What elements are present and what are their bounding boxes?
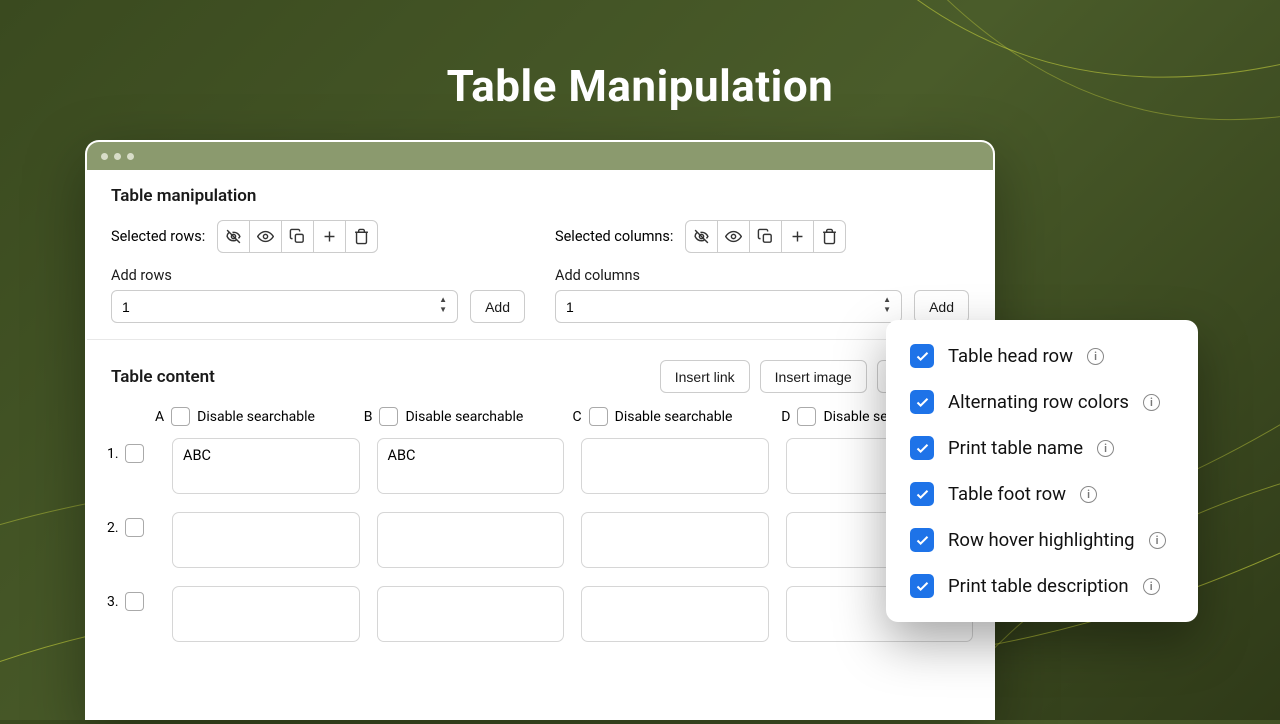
row-select-checkbox[interactable] bbox=[125, 444, 144, 463]
disable-searchable-checkbox[interactable] bbox=[379, 407, 398, 426]
section-table-manipulation: Table manipulation Selected rows: Add bbox=[87, 170, 993, 339]
option-row: Alternating row colors i bbox=[910, 390, 1174, 414]
duplicate-button[interactable] bbox=[281, 220, 314, 253]
row-number: 3. bbox=[107, 594, 119, 610]
column-header: B Disable searchable bbox=[364, 407, 556, 426]
table-cell[interactable] bbox=[581, 586, 769, 642]
info-icon[interactable]: i bbox=[1080, 486, 1097, 503]
info-icon[interactable]: i bbox=[1143, 394, 1160, 411]
hide-button[interactable] bbox=[685, 220, 718, 253]
option-row: Print table name i bbox=[910, 436, 1174, 460]
window-dot bbox=[127, 153, 134, 160]
add-columns-input[interactable] bbox=[566, 299, 891, 315]
option-row: Print table description i bbox=[910, 574, 1174, 598]
section-title: Table content bbox=[111, 367, 215, 387]
column-letter: C bbox=[573, 409, 582, 425]
info-icon[interactable]: i bbox=[1087, 348, 1104, 365]
column-header: C Disable searchable bbox=[573, 407, 765, 426]
option-row: Row hover highlighting i bbox=[910, 528, 1174, 552]
add-button[interactable] bbox=[781, 220, 814, 253]
section-title: Table manipulation bbox=[111, 186, 969, 206]
option-checkbox[interactable] bbox=[910, 528, 934, 552]
table-cell[interactable] bbox=[377, 512, 565, 568]
add-rows-label: Add rows bbox=[111, 267, 525, 284]
table-row: 3. bbox=[107, 586, 973, 642]
disable-searchable-checkbox[interactable] bbox=[589, 407, 608, 426]
selected-columns-label: Selected columns: bbox=[555, 228, 673, 245]
stepper-arrows[interactable]: ▲▼ bbox=[883, 295, 891, 315]
table-row: 1. ABC ABC bbox=[107, 438, 973, 494]
table-cell[interactable] bbox=[581, 438, 769, 494]
section-table-content-header: Table content Insert link Insert image A… bbox=[87, 339, 993, 407]
table-cell[interactable] bbox=[172, 512, 360, 568]
row-select-checkbox[interactable] bbox=[125, 592, 144, 611]
column-letter: D bbox=[781, 409, 790, 425]
row-number: 2. bbox=[107, 520, 119, 536]
add-columns-label: Add columns bbox=[555, 267, 969, 284]
option-label: Alternating row colors bbox=[948, 391, 1129, 413]
app-window: Table manipulation Selected rows: Add bbox=[85, 140, 995, 720]
add-rows-stepper[interactable]: ▲▼ bbox=[111, 290, 458, 323]
column-letter: B bbox=[364, 409, 373, 425]
option-checkbox[interactable] bbox=[910, 482, 934, 506]
info-icon[interactable]: i bbox=[1097, 440, 1114, 457]
window-dot bbox=[101, 153, 108, 160]
insert-link-button[interactable]: Insert link bbox=[660, 360, 750, 393]
stepper-arrows[interactable]: ▲▼ bbox=[439, 295, 447, 315]
option-label: Table head row bbox=[948, 345, 1073, 367]
option-label: Row hover highlighting bbox=[948, 529, 1135, 551]
row-select-checkbox[interactable] bbox=[125, 518, 144, 537]
add-columns-button[interactable]: Add bbox=[914, 290, 969, 323]
option-label: Table foot row bbox=[948, 483, 1066, 505]
option-row: Table head row i bbox=[910, 344, 1174, 368]
option-row: Table foot row i bbox=[910, 482, 1174, 506]
option-label: Print table description bbox=[948, 575, 1129, 597]
hide-button[interactable] bbox=[217, 220, 250, 253]
add-rows-button[interactable]: Add bbox=[470, 290, 525, 323]
option-checkbox[interactable] bbox=[910, 390, 934, 414]
delete-button[interactable] bbox=[813, 220, 846, 253]
selected-rows-label: Selected rows: bbox=[111, 228, 205, 245]
table-cell[interactable] bbox=[581, 512, 769, 568]
disable-searchable-checkbox[interactable] bbox=[797, 407, 816, 426]
advanced-options-panel: Table head row i Alternating row colors … bbox=[886, 320, 1198, 622]
table-cell[interactable] bbox=[172, 586, 360, 642]
column-letter: A bbox=[155, 409, 164, 425]
show-button[interactable] bbox=[249, 220, 282, 253]
info-icon[interactable]: i bbox=[1143, 578, 1160, 595]
option-checkbox[interactable] bbox=[910, 574, 934, 598]
window-titlebar bbox=[87, 142, 993, 170]
insert-image-button[interactable]: Insert image bbox=[760, 360, 867, 393]
column-option-label: Disable searchable bbox=[615, 409, 733, 425]
option-label: Print table name bbox=[948, 437, 1083, 459]
delete-button[interactable] bbox=[345, 220, 378, 253]
row-number: 1. bbox=[107, 446, 119, 462]
option-checkbox[interactable] bbox=[910, 344, 934, 368]
column-header: A Disable searchable bbox=[155, 407, 347, 426]
table-row: 2. bbox=[107, 512, 973, 568]
show-button[interactable] bbox=[717, 220, 750, 253]
disable-searchable-checkbox[interactable] bbox=[171, 407, 190, 426]
column-option-label: Disable searchable bbox=[405, 409, 523, 425]
cols-button-group bbox=[685, 220, 846, 253]
add-button[interactable] bbox=[313, 220, 346, 253]
option-checkbox[interactable] bbox=[910, 436, 934, 460]
column-option-label: Disable searchable bbox=[197, 409, 315, 425]
table-cell[interactable] bbox=[377, 586, 565, 642]
duplicate-button[interactable] bbox=[749, 220, 782, 253]
table-cell[interactable]: ABC bbox=[377, 438, 565, 494]
rows-button-group bbox=[217, 220, 378, 253]
add-columns-stepper[interactable]: ▲▼ bbox=[555, 290, 902, 323]
table-cell[interactable]: ABC bbox=[172, 438, 360, 494]
info-icon[interactable]: i bbox=[1149, 532, 1166, 549]
page-title: Table Manipulation bbox=[0, 0, 1280, 112]
window-dot bbox=[114, 153, 121, 160]
add-rows-input[interactable] bbox=[122, 299, 447, 315]
